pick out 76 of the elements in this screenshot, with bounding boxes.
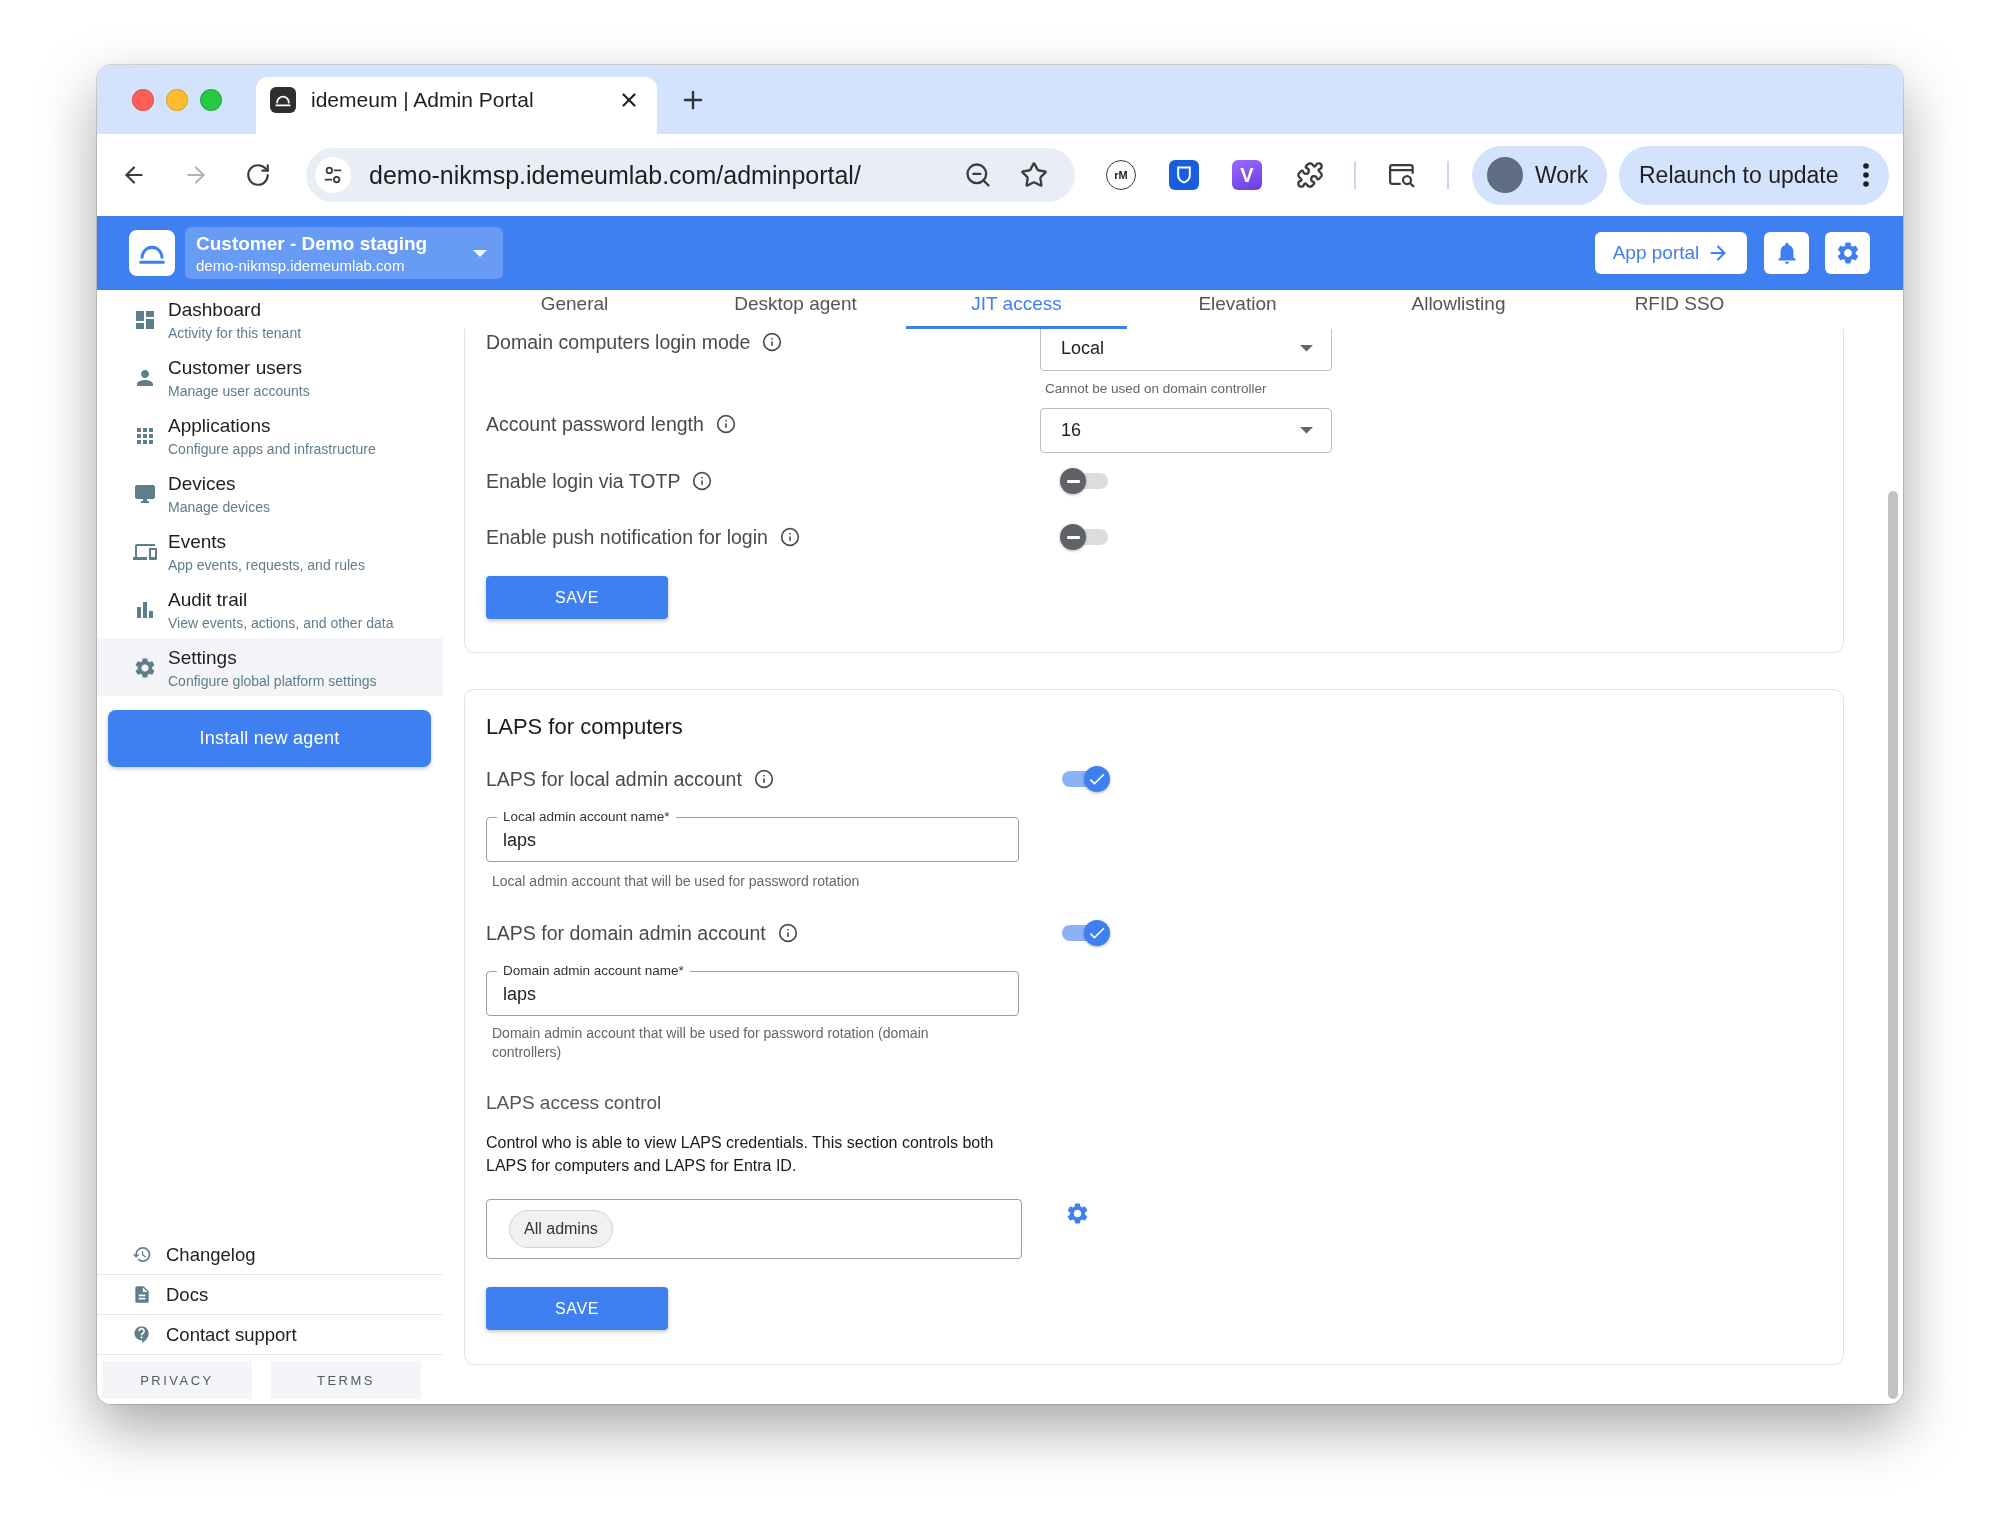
subsection-title: LAPS access control [486, 1091, 663, 1115]
info-icon[interactable] [779, 527, 800, 547]
sidebar-link[interactable]: Contact support [166, 1323, 297, 1346]
dropdown[interactable]: 16 [1040, 408, 1332, 453]
sidebar-link[interactable]: Changelog [166, 1243, 256, 1266]
description-text: Control who is able to view LAPS credentials. This section controls both LAPS for computers and LAPS for Entra ID. [486, 1133, 995, 1176]
sidebar-link[interactable]: Docs [166, 1283, 209, 1306]
install-agent-button[interactable]: Install new agent [108, 710, 431, 767]
gear-icon [133, 656, 157, 680]
hint-text: Cannot be used on domain controller [1044, 380, 1267, 398]
minus-icon [1066, 479, 1080, 483]
scrollbar-thumb[interactable] [1888, 491, 1898, 1399]
text-field[interactable]: Local admin account name* laps [486, 809, 1019, 862]
app-portal-button[interactable]: App portal [1595, 232, 1747, 274]
helper-text: Local admin account that will be used for password rotation [491, 872, 861, 891]
favicon-icon [270, 86, 296, 113]
document-icon [132, 1284, 152, 1305]
setting-label: Domain computers login mode [486, 330, 751, 354]
dropdown[interactable]: Local [1040, 329, 1332, 371]
tab[interactable]: Desktop agent [685, 290, 906, 329]
profile-button[interactable]: Work [1472, 145, 1607, 205]
admin-group-chip[interactable]: All admins [509, 1210, 613, 1248]
zoom-out-icon[interactable] [964, 161, 992, 189]
info-icon[interactable] [762, 332, 783, 352]
info-icon[interactable] [777, 923, 798, 943]
text-field[interactable]: Domain admin account name* laps [486, 963, 1019, 1016]
tab[interactable]: Elevation [1127, 290, 1348, 329]
footer-button[interactable]: TERMS [271, 1361, 421, 1399]
help-icon [132, 1324, 152, 1345]
toggle-switch[interactable] [1060, 524, 1110, 550]
extension-button[interactable]: V [1232, 160, 1262, 190]
info-icon[interactable] [715, 414, 736, 434]
logo-icon[interactable] [129, 230, 175, 276]
extension-button[interactable]: rM [1106, 160, 1136, 190]
info-icon[interactable] [753, 769, 774, 789]
star-icon[interactable] [1020, 161, 1048, 189]
gear-icon[interactable] [1065, 1201, 1090, 1226]
tab[interactable]: RFID SSO [1569, 290, 1790, 329]
access-field[interactable]: All admins [486, 1199, 1022, 1259]
tab[interactable]: Allowlisting [1348, 290, 1569, 329]
history-icon [132, 1244, 152, 1265]
tune-icon[interactable] [315, 157, 351, 193]
info-icon[interactable] [692, 471, 713, 491]
tab[interactable]: General [464, 290, 685, 329]
setting-label: Account password length [486, 412, 704, 436]
dashboard-icon [133, 308, 157, 332]
setting-label: LAPS for domain admin account [486, 921, 766, 945]
helper-text: Domain admin account that will be used for password rotation (domain controllers) [491, 1024, 930, 1062]
footer-button[interactable]: PRIVACY [102, 1361, 252, 1399]
toggle-switch[interactable] [1060, 468, 1110, 494]
puzzle-icon[interactable] [1296, 161, 1324, 189]
shield-icon[interactable] [1169, 160, 1199, 190]
avatar-icon [1487, 157, 1523, 193]
settings-button[interactable] [1825, 232, 1870, 274]
caret-icon [1300, 345, 1313, 352]
caret-icon [473, 249, 487, 257]
window-close-button[interactable] [132, 88, 154, 111]
address-bar[interactable]: demo-nikmsp.idemeumlab.com/adminportal/ [306, 148, 1075, 202]
save-button[interactable]: SAVE [486, 576, 668, 619]
setting-label: LAPS for local admin account [486, 767, 742, 791]
setting-label: Enable push notification for login [486, 525, 768, 549]
menu-icon [1863, 163, 1869, 187]
toggle-switch[interactable] [1060, 920, 1110, 946]
save-button[interactable]: SAVE [486, 1287, 668, 1330]
notifications-button[interactable] [1764, 232, 1809, 274]
url-text: demo-nikmsp.idemeumlab.com/adminportal/ [369, 160, 862, 190]
reload-icon [245, 162, 271, 188]
relaunch-button[interactable]: Relaunch to update [1619, 145, 1889, 205]
caret-icon [1300, 427, 1313, 434]
monitor-icon [133, 482, 157, 506]
section-title: LAPS for computers [486, 714, 684, 740]
minus-icon [1066, 535, 1080, 539]
nav-item[interactable]: Settings Configure global platform settings [97, 638, 443, 696]
browser-tab[interactable]: idemeum | Admin Portal [256, 77, 657, 134]
toggle-switch[interactable] [1060, 766, 1110, 792]
setting-label: Enable login via TOTP [486, 469, 681, 493]
